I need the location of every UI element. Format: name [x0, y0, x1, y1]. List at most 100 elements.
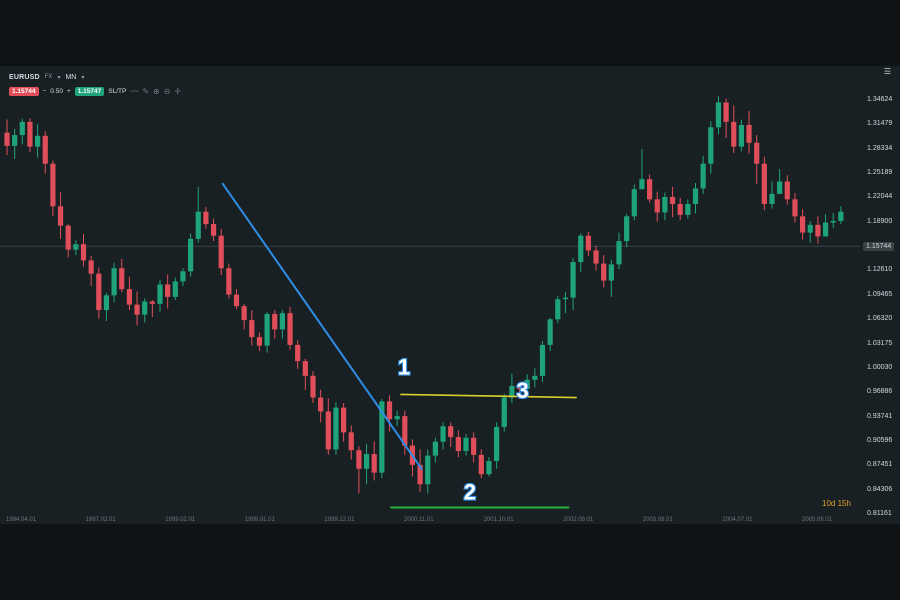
candle-body — [478, 454, 484, 475]
candle-body — [96, 273, 102, 311]
candle-body — [746, 124, 752, 143]
candle-body — [119, 268, 125, 290]
price-tick-label: 1.00030 — [867, 363, 893, 371]
current-price-tag: 1.15744 — [863, 242, 895, 252]
candle-body — [226, 268, 232, 295]
candle-body — [302, 361, 308, 376]
candle-body — [455, 437, 461, 451]
candle-body — [578, 235, 584, 263]
price-tick-label: 1.09465 — [867, 290, 893, 298]
candle-body — [195, 211, 201, 239]
candle-body — [165, 284, 171, 297]
candle-body — [218, 235, 224, 269]
candle-body — [111, 268, 117, 296]
candle-body — [631, 189, 637, 217]
candle-body — [126, 289, 132, 305]
candle-body — [272, 313, 278, 330]
price-tick-label: 1.25189 — [867, 169, 893, 177]
pattern-marker-1: 1 — [398, 355, 410, 380]
candle-body — [685, 203, 691, 215]
time-tick-label: 1997.02.01 — [85, 517, 116, 523]
price-tick-label: 1.18900 — [867, 217, 893, 225]
candle-body — [784, 181, 790, 200]
time-tick-label: 1999.02.01 — [165, 517, 196, 523]
candle-body — [792, 199, 798, 217]
candle-body — [88, 260, 94, 274]
candle-body — [310, 375, 316, 398]
price-tick-label: 1.03175 — [867, 339, 893, 347]
candle-body — [256, 337, 263, 346]
candle-body — [203, 211, 209, 225]
candle-timer: 10d 15h — [822, 499, 851, 508]
price-tick-label: 1.28334 — [867, 144, 893, 152]
candle-body — [149, 301, 155, 304]
candle-body — [188, 238, 194, 272]
time-tick-label: 1999.01.01 — [244, 517, 275, 523]
candle-body — [585, 235, 591, 251]
candle-body — [440, 426, 446, 442]
candle-body — [35, 135, 41, 147]
candle-body — [210, 224, 217, 236]
candle-body — [677, 203, 683, 215]
candle-body — [601, 263, 607, 281]
candle-body — [731, 121, 737, 147]
time-tick-label: 2003.08.01 — [642, 517, 673, 523]
candle-body — [555, 299, 561, 320]
price-tick-label: 0.96886 — [867, 388, 893, 396]
time-tick-label: 1999.12.01 — [324, 517, 355, 523]
candle-body — [12, 135, 18, 146]
candle-body — [341, 407, 347, 433]
candle-body — [425, 455, 431, 485]
candle-body — [180, 271, 186, 282]
time-tick-label: 1994.04.01 — [6, 517, 37, 523]
candle-body — [318, 397, 324, 412]
price-chart[interactable]: 1 2 3 — [0, 66, 900, 524]
time-tick-label: 2001.10.01 — [483, 517, 514, 523]
candle-body — [348, 432, 354, 451]
candle-body — [754, 142, 760, 164]
price-tick-label: 0.84306 — [867, 485, 893, 493]
candle-body — [249, 320, 255, 338]
candle-body — [815, 224, 821, 237]
candle-body — [333, 407, 339, 450]
candle-body — [264, 313, 270, 346]
candle-body — [562, 297, 569, 300]
pattern-marker-3: 3 — [516, 378, 528, 403]
candle-body — [233, 294, 240, 307]
candle-body — [4, 132, 10, 146]
candle-body — [769, 193, 775, 204]
candle-body — [494, 426, 500, 462]
candle-body — [19, 121, 25, 136]
candle-body — [639, 179, 645, 190]
candle-body — [570, 262, 576, 298]
candle-body — [287, 313, 293, 345]
price-tick-label: 1.34624 — [867, 96, 893, 103]
candle-body — [593, 250, 599, 264]
candle-body — [73, 244, 79, 250]
candle-body — [616, 241, 622, 265]
candle-body — [386, 401, 393, 420]
price-tick-label: 0.93741 — [867, 412, 893, 420]
candle-body — [738, 124, 744, 147]
candle-body — [838, 211, 844, 221]
time-tick-label: 2002.09.01 — [563, 517, 594, 523]
price-tick-label: 0.81161 — [867, 510, 892, 517]
pattern-marker-2: 2 — [464, 479, 476, 504]
candle-body — [777, 181, 783, 194]
candle-body — [448, 426, 454, 438]
candle-body — [624, 216, 630, 242]
candle-body — [708, 127, 714, 164]
candle-body — [325, 411, 331, 450]
neckline — [400, 393, 577, 399]
candle-body — [486, 461, 492, 475]
candle-body — [172, 281, 178, 297]
candle-body — [822, 222, 829, 237]
candle-body — [647, 179, 653, 200]
candle-body — [700, 163, 706, 189]
candle-body — [42, 135, 48, 164]
candle-body — [830, 220, 836, 223]
candle-body — [471, 437, 477, 455]
candle-body — [800, 216, 806, 233]
candle-body — [807, 224, 813, 233]
time-tick-label: 2004.07.01 — [722, 517, 753, 523]
